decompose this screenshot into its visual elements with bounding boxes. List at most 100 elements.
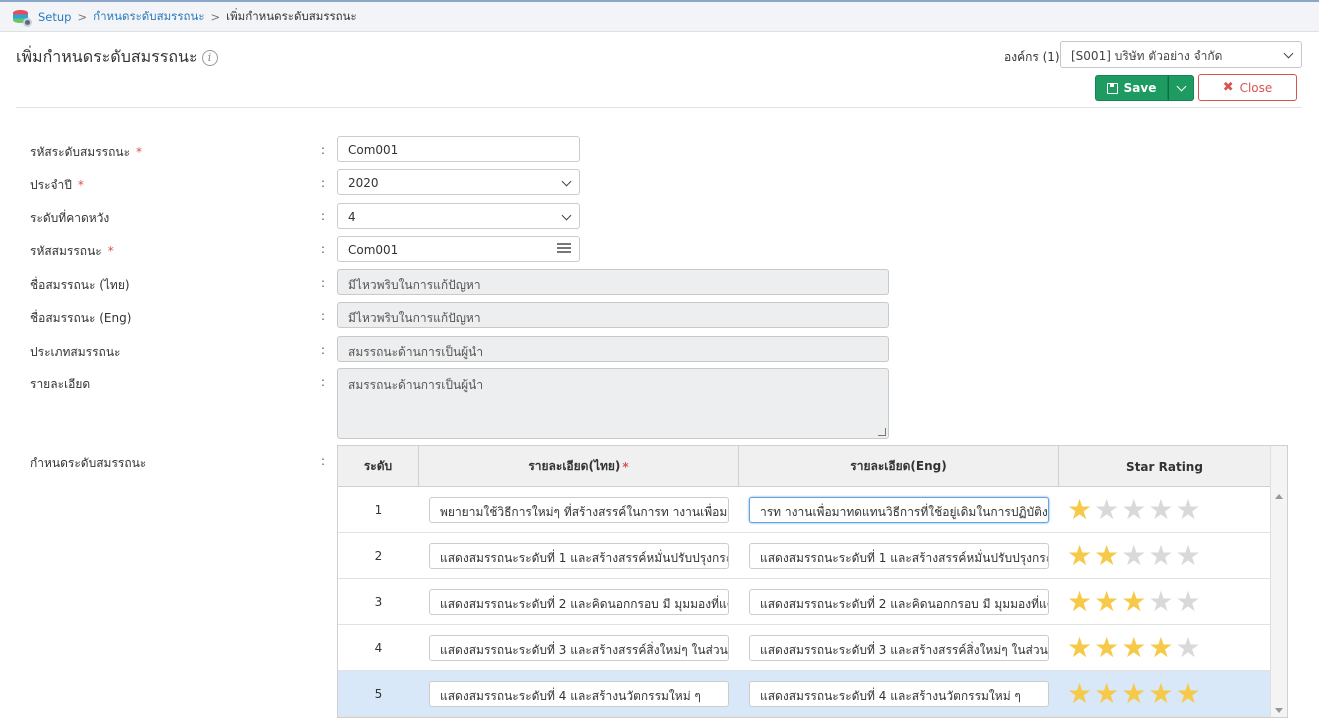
star-icon[interactable]: ★ [1175, 541, 1200, 570]
star-icon[interactable]: ★ [1094, 495, 1119, 524]
star-icon[interactable]: ★ [1094, 633, 1119, 662]
detail-textarea: สมรรถนะด้านการเป็นผู้นำ [337, 368, 889, 439]
star-icon[interactable]: ★ [1148, 633, 1173, 662]
expected-level-select[interactable]: 4 [337, 203, 580, 229]
desc-th-input[interactable]: แสดงสมรรถนะระดับที่ 1 และสร้างสรรค์หมั่น… [429, 542, 729, 569]
table-row[interactable]: 3 แสดงสมรรถนะระดับที่ 2 และคิดนอกกรอบ มี … [338, 579, 1271, 625]
star-icon[interactable]: ★ [1067, 495, 1092, 524]
table-row[interactable]: 1 พยายามใช้วิธีการใหม่ๆ ที่สร้างสรรค์ในกา… [338, 487, 1271, 533]
star-icon[interactable]: ★ [1175, 587, 1200, 616]
column-header-desc-th: รายละเอียด(ไทย) * [419, 446, 739, 487]
desc-th-cell: แสดงสมรรถนะระดับที่ 2 และคิดนอกกรอบ มี ม… [419, 579, 739, 624]
year-select-value: 2020 [348, 176, 379, 190]
breadcrumb-parent-link[interactable]: กำหนดระดับสมรรถนะ [93, 8, 204, 26]
chevron-down-icon [1283, 48, 1294, 59]
star-icon[interactable]: ★ [1094, 679, 1119, 708]
info-icon[interactable]: i [201, 49, 218, 66]
floppy-disk-icon [1106, 82, 1118, 94]
colon: : [321, 343, 326, 357]
star-icon[interactable]: ★ [1148, 679, 1173, 708]
star-rating-cell: ★ ★ ★ ★ ★ [1059, 671, 1271, 716]
detail-value: สมรรถนะด้านการเป็นผู้นำ [348, 378, 484, 392]
detail-label-text: รายละเอียด [30, 377, 91, 391]
competency-code-label-text: รหัสสมรรถนะ [30, 244, 102, 258]
list-lookup-icon[interactable] [557, 243, 571, 255]
desc-en-cell: ารท างานเพื่อมาทดแทนวิธีการที่ใช้อยู่เดิ… [739, 487, 1059, 532]
save-button[interactable]: Save [1095, 75, 1168, 101]
star-icon[interactable]: ★ [1175, 495, 1200, 524]
desc-th-input[interactable]: แสดงสมรรถนะระดับที่ 4 และสร้างนวัตกรรมให… [429, 680, 729, 707]
name-en-label-text: ชื่อสมรรถนะ (Eng) [30, 311, 132, 325]
desc-th-input[interactable]: แสดงสมรรถนะระดับที่ 3 และสร้างสรรค์สิ่งใ… [429, 634, 729, 661]
star-rating[interactable]: ★ ★ ★ ★ ★ [1067, 587, 1201, 616]
star-rating[interactable]: ★ ★ ★ ★ ★ [1067, 541, 1201, 570]
resize-handle[interactable] [878, 428, 886, 436]
desc-en-input[interactable]: แสดงสมรรถนะระดับที่ 4 และสร้างนวัตกรรมให… [749, 680, 1049, 707]
save-options-dropdown-button[interactable] [1168, 75, 1194, 101]
star-icon[interactable]: ★ [1121, 679, 1146, 708]
required-mark: * [622, 459, 629, 474]
star-icon[interactable]: ★ [1121, 587, 1146, 616]
breadcrumb-current: เพิ่มกำหนดระดับสมรรถนะ [226, 8, 357, 23]
star-icon[interactable]: ★ [1067, 633, 1092, 662]
close-icon: ✖ [1222, 80, 1234, 95]
chevron-down-icon [561, 176, 572, 187]
table-row[interactable]: 2 แสดงสมรรถนะระดับที่ 1 และสร้างสรรค์หมั่… [338, 533, 1271, 579]
star-icon[interactable]: ★ [1094, 587, 1119, 616]
level-cell: 4 [374, 640, 383, 655]
star-icon[interactable]: ★ [1148, 541, 1173, 570]
required-mark: * [136, 145, 143, 159]
desc-en-cell: แสดงสมรรถนะระดับที่ 2 และคิดนอกกรอบ มี ม… [739, 579, 1059, 624]
header-divider [16, 107, 1302, 108]
star-icon[interactable]: ★ [1121, 541, 1146, 570]
type-label: ประเภทสมรรถนะ [30, 343, 120, 362]
desc-th-input[interactable]: พยายามใช้วิธีการใหม่ๆ ที่สร้างสรรค์ในการ… [429, 496, 729, 523]
star-icon[interactable]: ★ [1121, 633, 1146, 662]
expected-level-value: 4 [348, 210, 356, 224]
star-icon[interactable]: ★ [1121, 495, 1146, 524]
table-row[interactable]: 4 แสดงสมรรถนะระดับที่ 3 และสร้างสรรค์สิ่ง… [338, 625, 1271, 671]
breadcrumb-setup-link[interactable]: Setup [38, 10, 71, 24]
type-label-text: ประเภทสมรรถนะ [30, 345, 121, 359]
colon: : [321, 454, 326, 468]
star-icon[interactable]: ★ [1148, 495, 1173, 524]
star-icon[interactable]: ★ [1148, 587, 1173, 616]
star-rating-cell: ★ ★ ★ ★ ★ [1059, 533, 1271, 578]
scroll-down-arrow[interactable] [1275, 708, 1283, 713]
desc-th-cell: แสดงสมรรถนะระดับที่ 4 และสร้างนวัตกรรมให… [419, 671, 739, 716]
star-icon[interactable]: ★ [1067, 587, 1092, 616]
code-input[interactable]: Com001 [337, 136, 580, 162]
org-select[interactable]: [S001] บริษัท ตัวอย่าง จำกัด [1060, 41, 1302, 68]
star-rating[interactable]: ★ ★ ★ ★ ★ [1067, 495, 1201, 524]
star-icon[interactable]: ★ [1175, 633, 1200, 662]
year-label-text: ประจำปี [30, 178, 72, 192]
close-button[interactable]: ✖ Close [1198, 74, 1297, 101]
detail-label: รายละเอียด [30, 375, 90, 394]
star-rating[interactable]: ★ ★ ★ ★ ★ [1067, 633, 1201, 662]
name-en-field: มีไหวพริบในการแก้ปัญหา [337, 302, 889, 328]
desc-en-input[interactable]: แสดงสมรรถนะระดับที่ 3 และสร้างสรรค์สิ่งใ… [749, 634, 1049, 661]
table-row[interactable]: 5 แสดงสมรรถนะระดับที่ 4 และสร้างนวัตกรรมใ… [338, 671, 1271, 717]
desc-en-input[interactable]: แสดงสมรรถนะระดับที่ 2 และคิดนอกกรอบ มี ม… [749, 588, 1049, 615]
star-icon[interactable]: ★ [1067, 679, 1092, 708]
code-input-value: Com001 [348, 143, 399, 157]
table-scrollbar[interactable] [1270, 446, 1287, 717]
code-label: รหัสระดับสมรรถนะ * [30, 143, 142, 162]
name-en-label: ชื่อสมรรถนะ (Eng) [30, 309, 131, 328]
star-icon[interactable]: ★ [1175, 679, 1200, 708]
levels-label: กำหนดระดับสมรรถนะ [30, 454, 146, 473]
star-rating[interactable]: ★ ★ ★ ★ ★ [1067, 679, 1201, 708]
year-select[interactable]: 2020 [337, 169, 580, 195]
level-cell: 3 [374, 594, 383, 609]
scroll-up-arrow[interactable] [1275, 494, 1283, 499]
star-icon[interactable]: ★ [1067, 541, 1092, 570]
colon: : [321, 209, 326, 223]
star-icon[interactable]: ★ [1094, 541, 1119, 570]
desc-th-input[interactable]: แสดงสมรรถนะระดับที่ 2 และคิดนอกกรอบ มี ม… [429, 588, 729, 615]
desc-en-input[interactable]: ารท างานเพื่อมาทดแทนวิธีการที่ใช้อยู่เดิ… [749, 496, 1049, 523]
desc-en-input[interactable]: แสดงสมรรถนะระดับที่ 1 และสร้างสรรค์หมั่น… [749, 542, 1049, 569]
required-mark: * [77, 178, 84, 192]
desc-th-cell: แสดงสมรรถนะระดับที่ 1 และสร้างสรรค์หมั่น… [419, 533, 739, 578]
page-title: เพิ่มกำหนดระดับสมรรถนะ [16, 47, 198, 66]
competency-code-input[interactable]: Com001 [337, 236, 580, 262]
